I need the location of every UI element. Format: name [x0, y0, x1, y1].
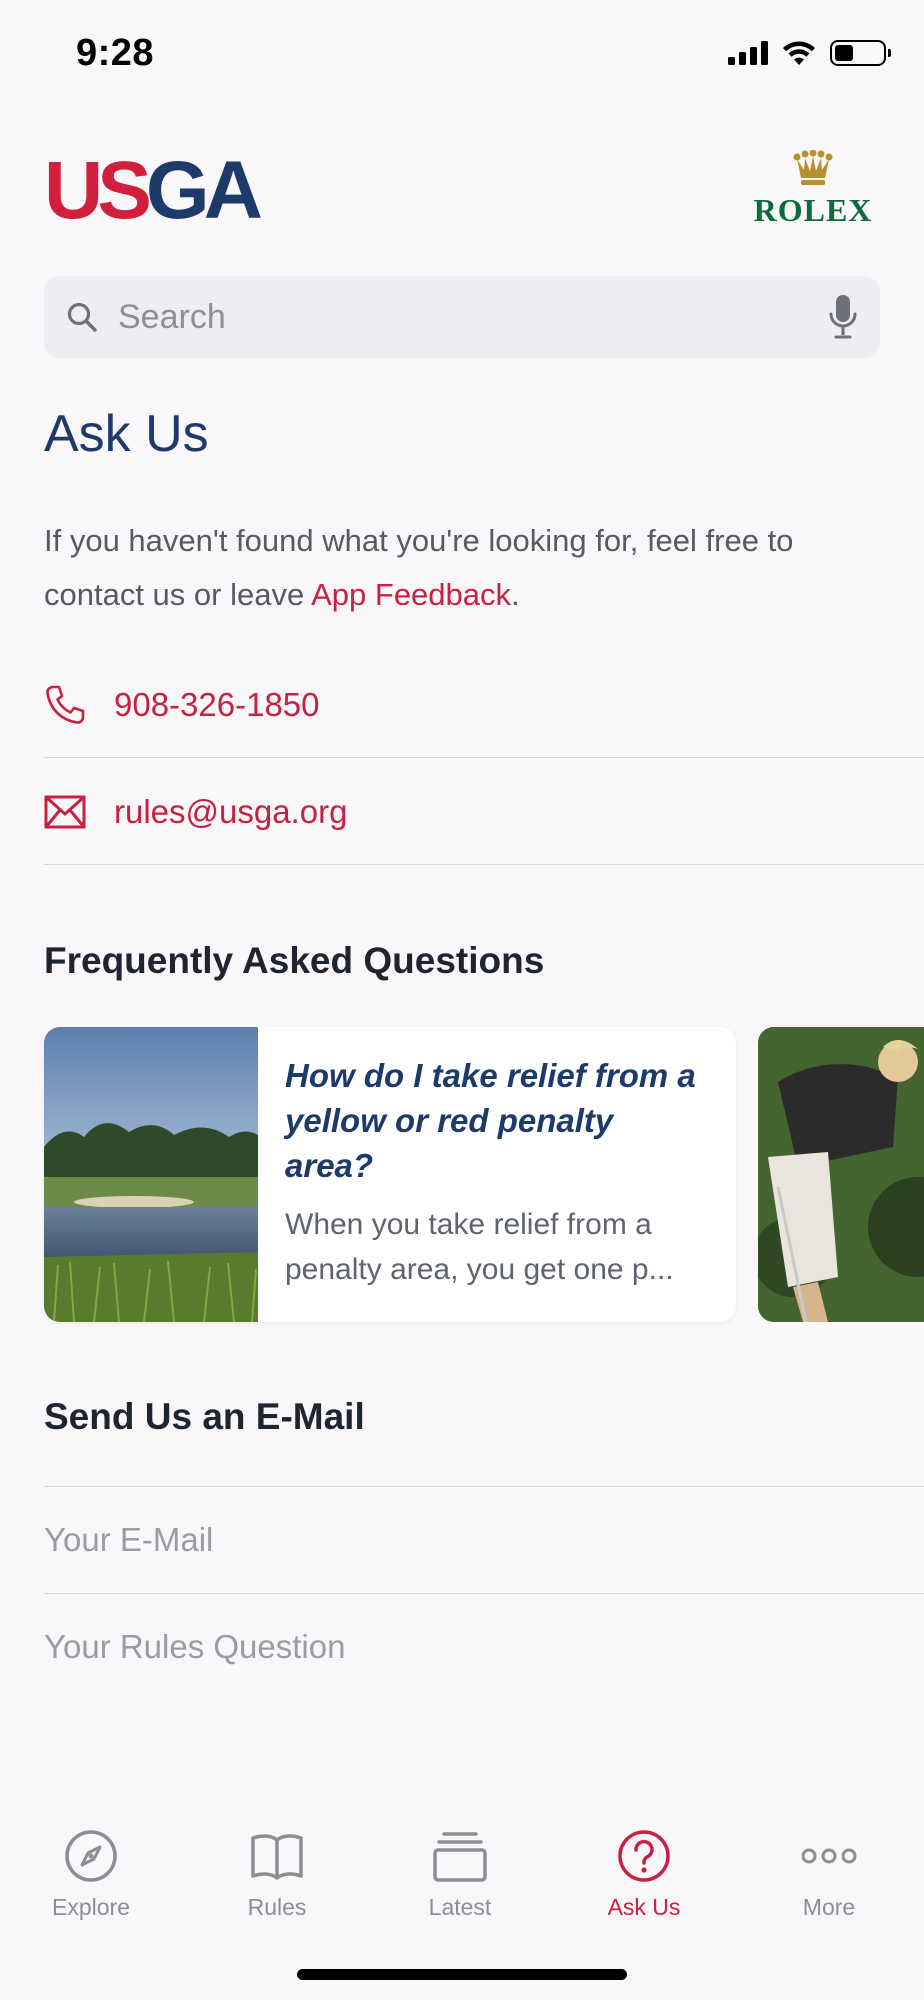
- status-icons: [728, 40, 891, 66]
- search-icon: [67, 302, 97, 332]
- tab-label: More: [802, 1894, 856, 1920]
- email-field-row[interactable]: [44, 1486, 924, 1593]
- tab-label: Explore: [52, 1894, 130, 1920]
- rolex-logo: ROLEX: [748, 150, 878, 229]
- search-input[interactable]: [118, 297, 828, 337]
- home-indicator: [297, 1969, 627, 1980]
- cellular-signal-icon: [728, 41, 768, 65]
- compass-icon: [65, 1830, 117, 1882]
- faq-question: How do I take relief from a yellow or re…: [285, 1057, 696, 1184]
- wifi-icon: [783, 41, 815, 65]
- tab-explore[interactable]: Explore: [16, 1828, 166, 1921]
- more-dots-icon: [801, 1848, 857, 1864]
- phone-icon: [46, 685, 85, 724]
- tab-bar: Explore Rules Latest Ask Us More: [0, 1810, 924, 2000]
- faq-card-image: [44, 1027, 258, 1322]
- battery-icon: [830, 40, 891, 66]
- rules-question-field[interactable]: [44, 1628, 924, 1666]
- book-icon: [251, 1834, 303, 1880]
- envelope-icon: [44, 795, 86, 828]
- tab-ask-us[interactable]: Ask Us: [569, 1828, 719, 1921]
- crown-icon: [793, 150, 833, 185]
- rules-question-row[interactable]: [44, 1593, 924, 1700]
- email-section-title: Send Us an E-Mail: [44, 1396, 365, 1437]
- status-time: 9:28: [76, 32, 155, 74]
- tab-label: Latest: [428, 1894, 492, 1920]
- page-title: Ask Us: [44, 405, 209, 463]
- email-field[interactable]: [44, 1521, 924, 1559]
- search-bar[interactable]: [44, 276, 880, 358]
- email-address[interactable]: rules@usga.org: [114, 793, 347, 831]
- faq-card[interactable]: How do I take relief from a yellow or re…: [44, 1027, 736, 1322]
- question-circle-icon: [618, 1830, 670, 1882]
- app-feedback-link[interactable]: App Feedback: [311, 577, 511, 612]
- faq-card-image: [758, 1027, 924, 1322]
- tab-label: Rules: [247, 1894, 307, 1920]
- tab-latest[interactable]: Latest: [385, 1828, 535, 1921]
- intro-text: If you haven't found what you're looking…: [44, 523, 794, 612]
- faq-section-title: Frequently Asked Questions: [44, 940, 545, 981]
- faq-card-body: How do I take relief from a yellow or re…: [258, 1027, 736, 1322]
- tab-more[interactable]: More: [754, 1828, 904, 1921]
- stack-icon: [433, 1832, 487, 1882]
- tab-label: Ask Us: [607, 1894, 681, 1920]
- status-bar: 9:28: [0, 0, 924, 110]
- tab-rules[interactable]: Rules: [202, 1828, 352, 1921]
- phone-number[interactable]: 908-326-1850: [114, 686, 320, 724]
- email-row[interactable]: rules@usga.org: [44, 759, 924, 865]
- usga-logo: USGA: [44, 145, 263, 236]
- microphone-icon[interactable]: [828, 294, 858, 340]
- faq-card[interactable]: [758, 1027, 924, 1322]
- phone-row[interactable]: 908-326-1850: [44, 652, 924, 758]
- faq-preview: When you take relief from a penalty area…: [285, 1208, 674, 1286]
